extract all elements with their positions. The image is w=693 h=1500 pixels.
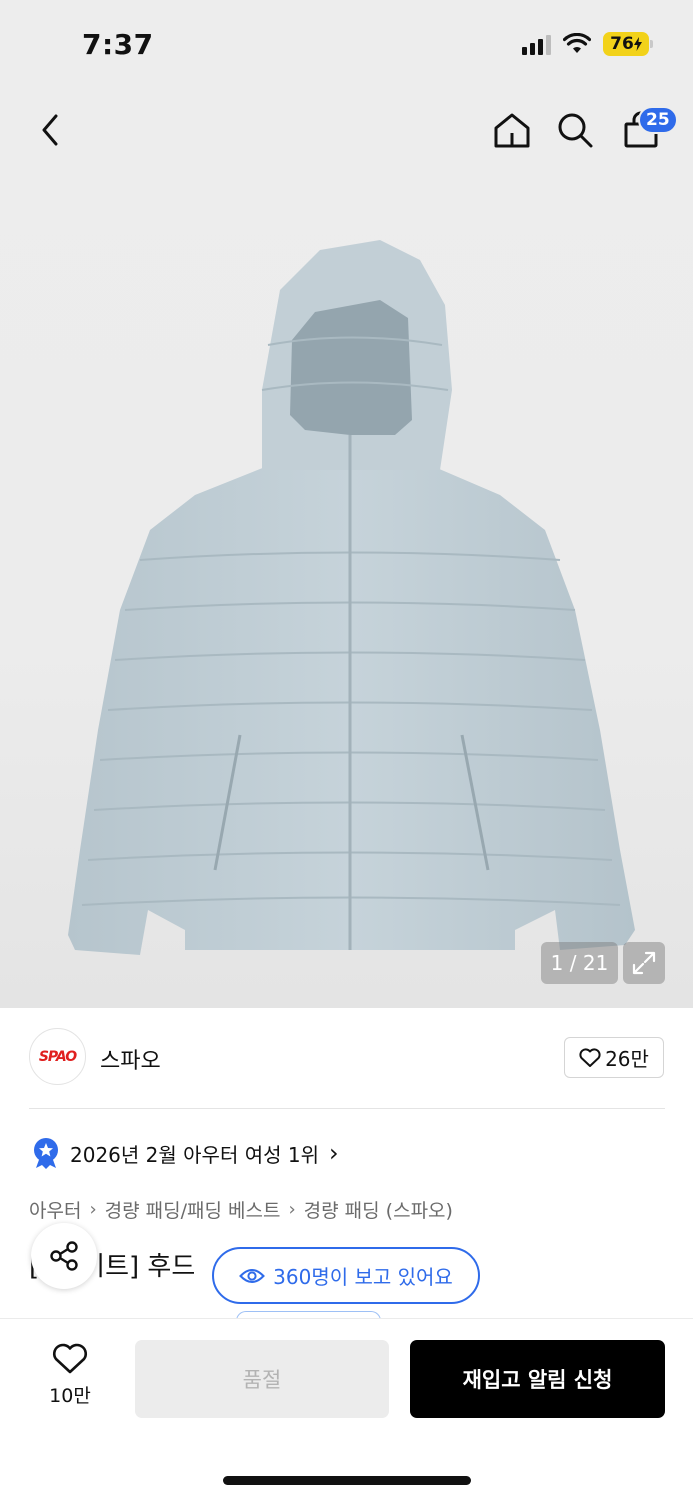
share-button[interactable] (31, 1223, 97, 1289)
breadcrumb-item[interactable]: 경량 패딩/패딩 베스트 (105, 1196, 281, 1223)
breadcrumb: 아우터 › 경량 패딩/패딩 베스트 › 경량 패딩 (스파오) (29, 1196, 453, 1223)
cart-count-badge: 25 (638, 106, 678, 134)
search-icon (558, 113, 593, 148)
viewers-pill: 360명이 보고 있어요 (212, 1247, 480, 1304)
divider (29, 1108, 665, 1109)
brand-row: SPAO 스파오 26만 (0, 1008, 693, 1108)
chevron-right-icon: › (328, 1139, 339, 1167)
status-time: 7:37 (82, 28, 154, 61)
chevron-right-icon: › (288, 1199, 296, 1220)
soldout-button: 품절 (135, 1340, 389, 1418)
eye-icon (239, 1268, 266, 1283)
expand-icon (632, 951, 656, 975)
heart-icon (53, 1343, 87, 1374)
wishlist-button[interactable]: 10만 (30, 1343, 110, 1415)
battery-icon: 76 (603, 32, 653, 56)
battery-level: 76 (610, 34, 634, 54)
heart-icon (579, 1047, 601, 1067)
wifi-icon (563, 33, 591, 53)
ranking-text: 2026년 2월 아우터 여성 1위 (70, 1142, 319, 1167)
restock-alert-button[interactable]: 재입고 알림 신청 (410, 1340, 665, 1418)
back-button[interactable] (30, 110, 70, 150)
chevron-left-icon (42, 114, 58, 146)
home-icon (494, 113, 530, 148)
product-image-gallery[interactable] (0, 90, 693, 1008)
ranking-badge-icon (34, 1138, 58, 1169)
home-indicator (223, 1476, 471, 1485)
brand-like-count: 26만 (605, 1047, 649, 1071)
home-button[interactable] (490, 108, 534, 152)
brand-like-button[interactable]: 26만 (564, 1037, 664, 1078)
status-icons: 76 (522, 32, 653, 56)
breadcrumb-item[interactable]: 경량 패딩 (스파오) (304, 1196, 453, 1223)
charging-bolt-icon (633, 37, 642, 51)
title-fragment: 이트] 후드 (81, 1252, 196, 1282)
image-counter: 1 / 21 (541, 942, 618, 984)
product-image (68, 240, 635, 955)
breadcrumb-item[interactable]: 아우터 (29, 1196, 81, 1223)
signal-icon (522, 33, 551, 55)
ranking-link[interactable]: 2026년 2월 아우터 여성 1위 › (32, 1137, 339, 1169)
chevron-right-icon: › (89, 1199, 97, 1220)
viewers-text: 360명이 보고 있어요 (273, 1265, 453, 1289)
status-bar: 7:37 76 (0, 0, 693, 90)
expand-image-button[interactable] (623, 942, 665, 984)
brand-logo[interactable]: SPAO (29, 1028, 86, 1085)
search-button[interactable] (553, 108, 597, 152)
wishlist-count: 10만 (49, 1385, 91, 1407)
brand-name[interactable]: 스파오 (100, 1043, 161, 1075)
share-icon (50, 1241, 78, 1271)
